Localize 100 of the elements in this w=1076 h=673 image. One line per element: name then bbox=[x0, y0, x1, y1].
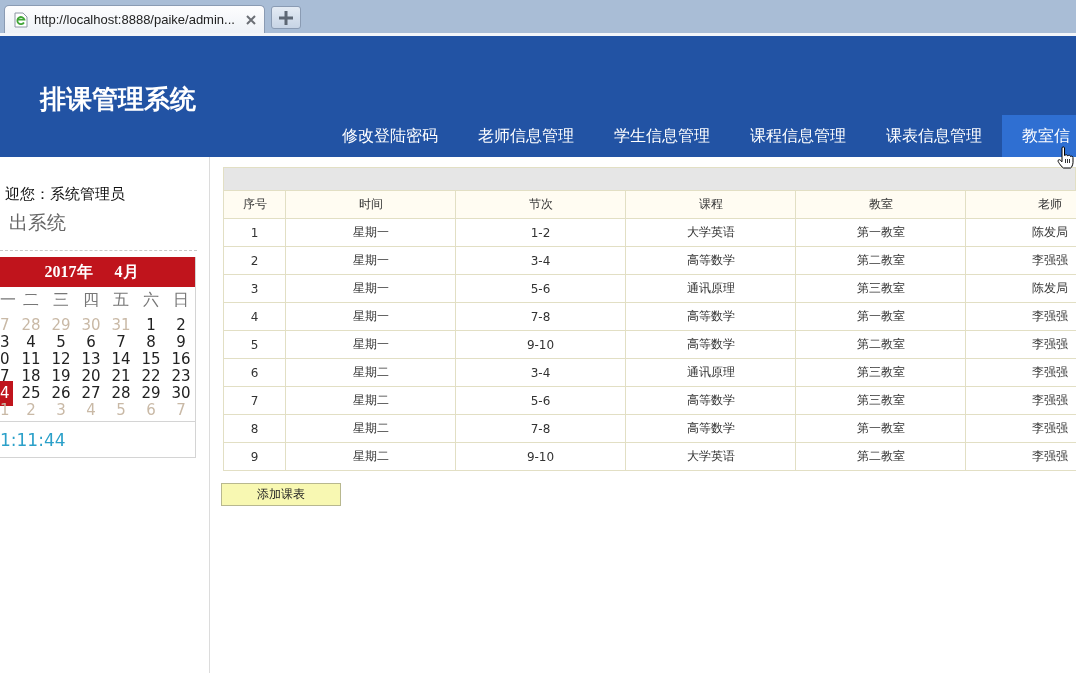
table-cell: 第一教室 bbox=[795, 218, 966, 247]
calendar-day[interactable]: 29 bbox=[136, 385, 166, 402]
nav-tab[interactable]: 课表信息管理 bbox=[866, 115, 1002, 157]
column-header: 教室 bbox=[795, 190, 966, 219]
table-cell: 9-10 bbox=[455, 330, 626, 359]
column-header: 老师 bbox=[965, 190, 1076, 219]
calendar-day[interactable]: 15 bbox=[136, 351, 166, 368]
calendar-day[interactable]: 22 bbox=[136, 368, 166, 385]
welcome-text: 迎您：系统管理员 bbox=[4, 184, 125, 204]
calendar-day[interactable]: 20 bbox=[76, 368, 106, 385]
new-tab-button[interactable] bbox=[271, 6, 301, 29]
browser-tab[interactable]: http://localhost:8888/paike/admin... bbox=[4, 5, 265, 33]
calendar-day[interactable]: 8 bbox=[136, 334, 166, 351]
table-cell: 3 bbox=[223, 274, 286, 303]
table-cell: 星期一 bbox=[285, 274, 456, 303]
table-cell: 星期一 bbox=[285, 302, 456, 331]
table-cell: 第三教室 bbox=[795, 358, 966, 387]
calendar-day[interactable]: 12 bbox=[46, 351, 76, 368]
calendar-day[interactable]: 13 bbox=[76, 351, 106, 368]
calendar-day[interactable]: 30 bbox=[166, 385, 196, 402]
nav-tab[interactable]: 课程信息管理 bbox=[730, 115, 866, 157]
column-header: 节次 bbox=[455, 190, 626, 219]
calendar-day[interactable]: 21 bbox=[106, 368, 136, 385]
table-cell: 第二教室 bbox=[795, 330, 966, 359]
table-cell: 大学英语 bbox=[625, 442, 796, 471]
table-cell: 第一教室 bbox=[795, 414, 966, 443]
table-cell: 5 bbox=[223, 330, 286, 359]
system-title: 排课管理系统 bbox=[40, 84, 196, 114]
calendar-day[interactable]: 19 bbox=[46, 368, 76, 385]
table-cell: 8 bbox=[223, 414, 286, 443]
table-cell: 7-8 bbox=[455, 302, 626, 331]
table-cell: 星期二 bbox=[285, 414, 456, 443]
table-cell: 通讯原理 bbox=[625, 358, 796, 387]
calendar-day[interactable]: 5 bbox=[46, 334, 76, 351]
nav-tab[interactable]: 修改登陆密码 bbox=[322, 115, 458, 157]
table-cell: 星期二 bbox=[285, 358, 456, 387]
plus-icon bbox=[279, 10, 293, 25]
table-cell: 高等数学 bbox=[625, 414, 796, 443]
calendar-year: 2017年 bbox=[44, 261, 93, 282]
weekday-label: 三 bbox=[52, 289, 70, 311]
calendar-day[interactable]: 6 bbox=[76, 334, 106, 351]
column-header: 时间 bbox=[285, 190, 456, 219]
calendar-day[interactable]: 9 bbox=[166, 334, 196, 351]
table-cell: 星期一 bbox=[285, 330, 456, 359]
calendar-day[interactable]: 28 bbox=[106, 385, 136, 402]
column-header: 课程 bbox=[625, 190, 796, 219]
weekday-label: 一 bbox=[0, 289, 16, 311]
table-cell: 5-6 bbox=[455, 274, 626, 303]
table-cell: 3-4 bbox=[455, 246, 626, 275]
calendar-day[interactable]: 26 bbox=[46, 385, 76, 402]
calendar-day[interactable]: 11 bbox=[16, 351, 46, 368]
table-cell: 大学英语 bbox=[625, 218, 796, 247]
calendar-day[interactable]: 4 bbox=[16, 334, 46, 351]
calendar-day[interactable]: 3 bbox=[0, 334, 16, 351]
table-cell: 第三教室 bbox=[795, 274, 966, 303]
column-header: 序号 bbox=[223, 190, 286, 219]
clock-time: 1:11:44 bbox=[0, 429, 66, 450]
table-cell: 通讯原理 bbox=[625, 274, 796, 303]
nav-tab[interactable]: 教室信 bbox=[1002, 115, 1076, 157]
weekday-label: 四 bbox=[82, 289, 100, 311]
logout-link[interactable]: 出系统 bbox=[0, 210, 66, 234]
table-cell: 7-8 bbox=[455, 414, 626, 443]
table-cell: 2 bbox=[223, 246, 286, 275]
table-cell: 1-2 bbox=[455, 218, 626, 247]
calendar-day[interactable]: 2 bbox=[166, 317, 196, 334]
nav-tab[interactable]: 老师信息管理 bbox=[458, 115, 594, 157]
table-cell: 高等数学 bbox=[625, 246, 796, 275]
table-cell: 6 bbox=[223, 358, 286, 387]
calendar-day[interactable]: 14 bbox=[106, 351, 136, 368]
weekday-label: 二 bbox=[22, 289, 40, 311]
table-cell: 星期一 bbox=[285, 246, 456, 275]
calendar-day[interactable]: 27 bbox=[76, 385, 106, 402]
weekday-label: 日 bbox=[172, 289, 190, 311]
table-cell: 高等数学 bbox=[625, 302, 796, 331]
calendar-day[interactable]: 23 bbox=[166, 368, 196, 385]
table-cell: 第三教室 bbox=[795, 386, 966, 415]
calendar-day[interactable]: 1 bbox=[136, 317, 166, 334]
table-cell: 5-6 bbox=[455, 386, 626, 415]
table-cell: 9-10 bbox=[455, 442, 626, 471]
calendar-day[interactable]: 25 bbox=[16, 385, 46, 402]
table-cell: 第二教室 bbox=[795, 246, 966, 275]
calendar-day[interactable]: 18 bbox=[16, 368, 46, 385]
table-cell: 第一教室 bbox=[795, 302, 966, 331]
calendar-day[interactable]: 16 bbox=[166, 351, 196, 368]
table-cell: 高等数学 bbox=[625, 330, 796, 359]
nav-tab[interactable]: 学生信息管理 bbox=[594, 115, 730, 157]
table-cell: 星期二 bbox=[285, 442, 456, 471]
table-cell: 星期二 bbox=[285, 386, 456, 415]
add-schedule-button[interactable]: 添加课表 bbox=[221, 483, 341, 506]
calendar-day[interactable]: 0 bbox=[0, 351, 16, 368]
calendar-day[interactable]: 7 bbox=[106, 334, 136, 351]
table-cell: 9 bbox=[223, 442, 286, 471]
table-cell: 4 bbox=[223, 302, 286, 331]
close-icon[interactable] bbox=[246, 14, 256, 25]
table-cell: 3-4 bbox=[455, 358, 626, 387]
table-cell: 1 bbox=[223, 218, 286, 247]
table-cell: 第二教室 bbox=[795, 442, 966, 471]
page-icon bbox=[14, 11, 28, 28]
weekday-label: 六 bbox=[142, 289, 160, 311]
table-cell: 星期一 bbox=[285, 218, 456, 247]
